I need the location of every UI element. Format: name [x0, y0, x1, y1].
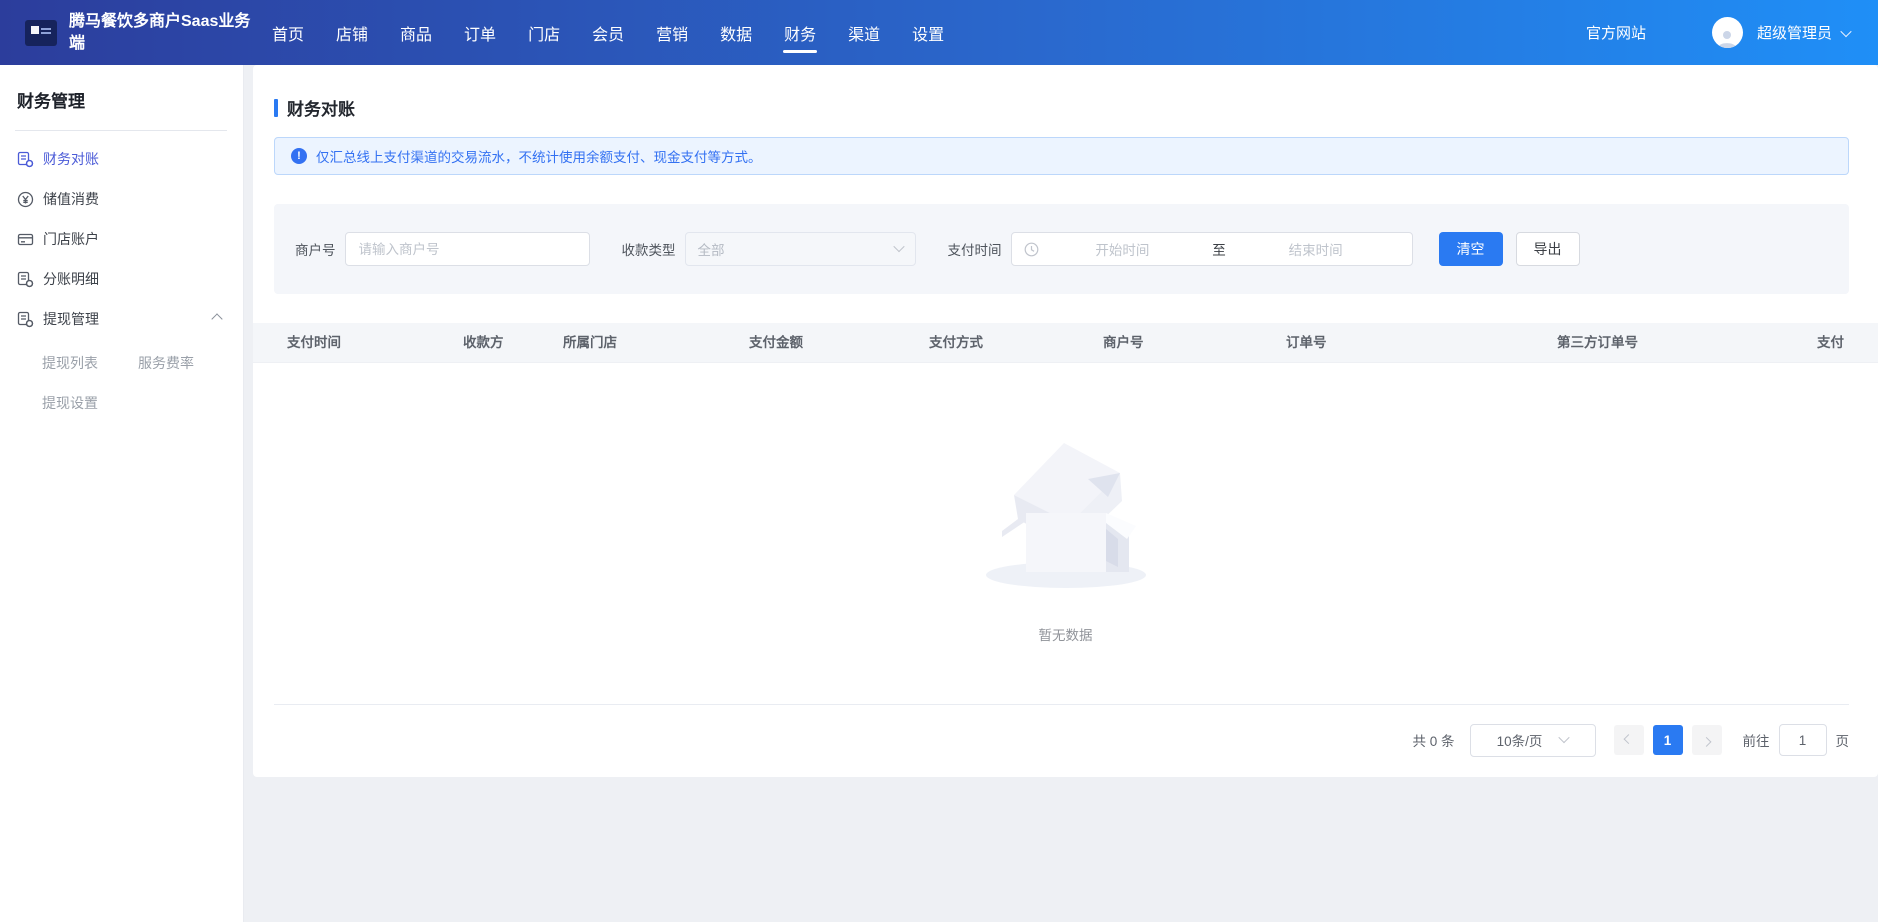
column-header: 订单号 — [1286, 323, 1327, 363]
sidebar: 财务管理 财务对账 储值消费 门店账户 — [0, 65, 244, 922]
nav-item-shop[interactable]: 店铺 — [336, 0, 368, 65]
sidebar-title: 财务管理 — [0, 65, 243, 112]
sidebar-item-label: 财务对账 — [43, 149, 99, 169]
person-icon — [1716, 28, 1738, 48]
withdraw-submenu: 提现列表 服务费率 提现设置 — [0, 343, 243, 423]
merchant-id-input[interactable] — [345, 232, 590, 266]
ledger-coin-icon — [17, 151, 34, 168]
column-header: 第三方订单号 — [1557, 323, 1638, 363]
total-count: 共 0 条 — [1412, 730, 1454, 750]
range-separator: 至 — [1206, 239, 1232, 259]
column-header: 支付 — [1817, 323, 1844, 363]
chevron-left-icon — [1624, 734, 1634, 744]
chevron-up-icon — [211, 313, 222, 324]
column-header: 商户号 — [1103, 323, 1144, 363]
nav-item-home[interactable]: 首页 — [272, 0, 304, 65]
info-alert: ! 仅汇总线上支付渠道的交易流水，不统计使用余额支付、现金支付等方式。 — [274, 137, 1849, 175]
page-title: 财务对账 — [274, 95, 1878, 120]
goto-page-input[interactable] — [1779, 724, 1827, 756]
ledger-coin-icon — [17, 311, 34, 328]
goto-label: 前往 — [1743, 730, 1770, 750]
end-time-placeholder[interactable]: 结束时间 — [1232, 239, 1400, 259]
app-screen: 腾马餐饮多商户Saas业务端 首页 店铺 商品 订单 门店 会员 营销 数据 财… — [0, 0, 1878, 922]
main-content: 财务对账 ! 仅汇总线上支付渠道的交易流水，不统计使用余额支付、现金支付等方式。… — [253, 65, 1878, 777]
nav-item-channels[interactable]: 渠道 — [848, 0, 880, 65]
prev-page-button[interactable] — [1614, 725, 1644, 755]
clock-icon — [1024, 242, 1039, 257]
pagination: 共 0 条 10条/页 1 前往 页 — [1412, 723, 1849, 757]
payment-type-value: 全部 — [698, 239, 895, 259]
chevron-right-icon — [1702, 736, 1712, 746]
nav-item-orders[interactable]: 订单 — [464, 0, 496, 65]
payment-time-range-picker[interactable]: 开始时间 至 结束时间 — [1011, 232, 1413, 266]
payment-type-select[interactable]: 全部 — [685, 232, 916, 266]
pagination-divider — [274, 704, 1849, 705]
top-navbar: 腾马餐饮多商户Saas业务端 首页 店铺 商品 订单 门店 会员 营销 数据 财… — [0, 0, 1878, 65]
sidebar-subitem-withdraw-list[interactable]: 提现列表 — [0, 343, 138, 383]
info-icon: ! — [291, 148, 307, 164]
nav-item-finance[interactable]: 财务 — [784, 0, 816, 65]
sidebar-item-finance-reconciliation[interactable]: 财务对账 — [0, 139, 243, 179]
nav-item-members[interactable]: 会员 — [592, 0, 624, 65]
empty-state: 暂无数据 — [253, 417, 1878, 644]
sidebar-item-label: 门店账户 — [43, 229, 99, 249]
sidebar-item-store-accounts[interactable]: 门店账户 — [0, 219, 243, 259]
next-page-button[interactable] — [1692, 725, 1722, 755]
column-header: 收款方 — [463, 323, 504, 363]
chevron-down-icon — [1840, 25, 1851, 36]
user-avatar[interactable] — [1712, 17, 1743, 48]
sidebar-item-withdraw-management[interactable]: 提现管理 — [0, 299, 243, 339]
column-header: 所属门店 — [563, 323, 617, 363]
sidebar-subitem-withdraw-settings[interactable]: 提现设置 — [0, 383, 138, 423]
sidebar-menu: 财务对账 储值消费 门店账户 分账明细 — [0, 139, 243, 339]
sidebar-item-stored-value[interactable]: 储值消费 — [0, 179, 243, 219]
payment-type-label: 收款类型 — [622, 239, 676, 259]
ledger-coin-icon — [17, 271, 34, 288]
export-button[interactable]: 导出 — [1516, 232, 1580, 266]
column-header: 支付方式 — [929, 323, 983, 363]
page-size-value: 10条/页 — [1497, 730, 1543, 750]
yen-circle-icon — [17, 191, 34, 208]
filter-panel: 商户号 收款类型 全部 支付时间 开始时间 至 结束时间 清空 导出 — [274, 204, 1849, 294]
official-site-link[interactable]: 官方网站 — [1586, 22, 1646, 43]
sidebar-item-split-detail[interactable]: 分账明细 — [0, 259, 243, 299]
title-accent-bar — [274, 99, 278, 117]
page-size-select[interactable]: 10条/页 — [1470, 724, 1596, 757]
main-nav: 首页 店铺 商品 订单 门店 会员 营销 数据 财务 渠道 设置 — [272, 0, 976, 65]
start-time-placeholder[interactable]: 开始时间 — [1039, 239, 1207, 259]
user-name[interactable]: 超级管理员 — [1757, 22, 1832, 43]
sidebar-item-label: 提现管理 — [43, 309, 99, 329]
clear-button[interactable]: 清空 — [1439, 232, 1503, 266]
empty-box-illustration — [966, 417, 1166, 593]
chevron-down-icon — [893, 240, 904, 251]
column-header: 支付金额 — [749, 323, 803, 363]
page-number-current[interactable]: 1 — [1653, 725, 1683, 755]
alert-text: 仅汇总线上支付渠道的交易流水，不统计使用余额支付、现金支付等方式。 — [316, 146, 762, 166]
nav-item-goods[interactable]: 商品 — [400, 0, 432, 65]
table-header-row: 支付时间 收款方 所属门店 支付金额 支付方式 商户号 订单号 第三方订单号 支… — [253, 323, 1878, 363]
payment-time-label: 支付时间 — [948, 239, 1002, 259]
sidebar-divider — [15, 130, 227, 131]
sidebar-item-label: 分账明细 — [43, 269, 99, 289]
page-unit-label: 页 — [1836, 730, 1850, 750]
nav-item-marketing[interactable]: 营销 — [656, 0, 688, 65]
merchant-id-label: 商户号 — [295, 239, 336, 259]
sidebar-item-label: 储值消费 — [43, 189, 99, 209]
chevron-down-icon — [1559, 731, 1570, 742]
empty-text: 暂无数据 — [253, 624, 1878, 644]
column-header: 支付时间 — [287, 323, 341, 363]
nav-item-settings[interactable]: 设置 — [912, 0, 944, 65]
app-logo-icon — [25, 20, 57, 46]
nav-item-data[interactable]: 数据 — [720, 0, 752, 65]
bank-card-icon — [17, 231, 34, 248]
brand-block: 腾马餐饮多商户Saas业务端 — [0, 11, 272, 54]
nav-item-stores[interactable]: 门店 — [528, 0, 560, 65]
app-title: 腾马餐饮多商户Saas业务端 — [69, 11, 259, 54]
header-right: 官方网站 超级管理员 — [1586, 0, 1850, 65]
